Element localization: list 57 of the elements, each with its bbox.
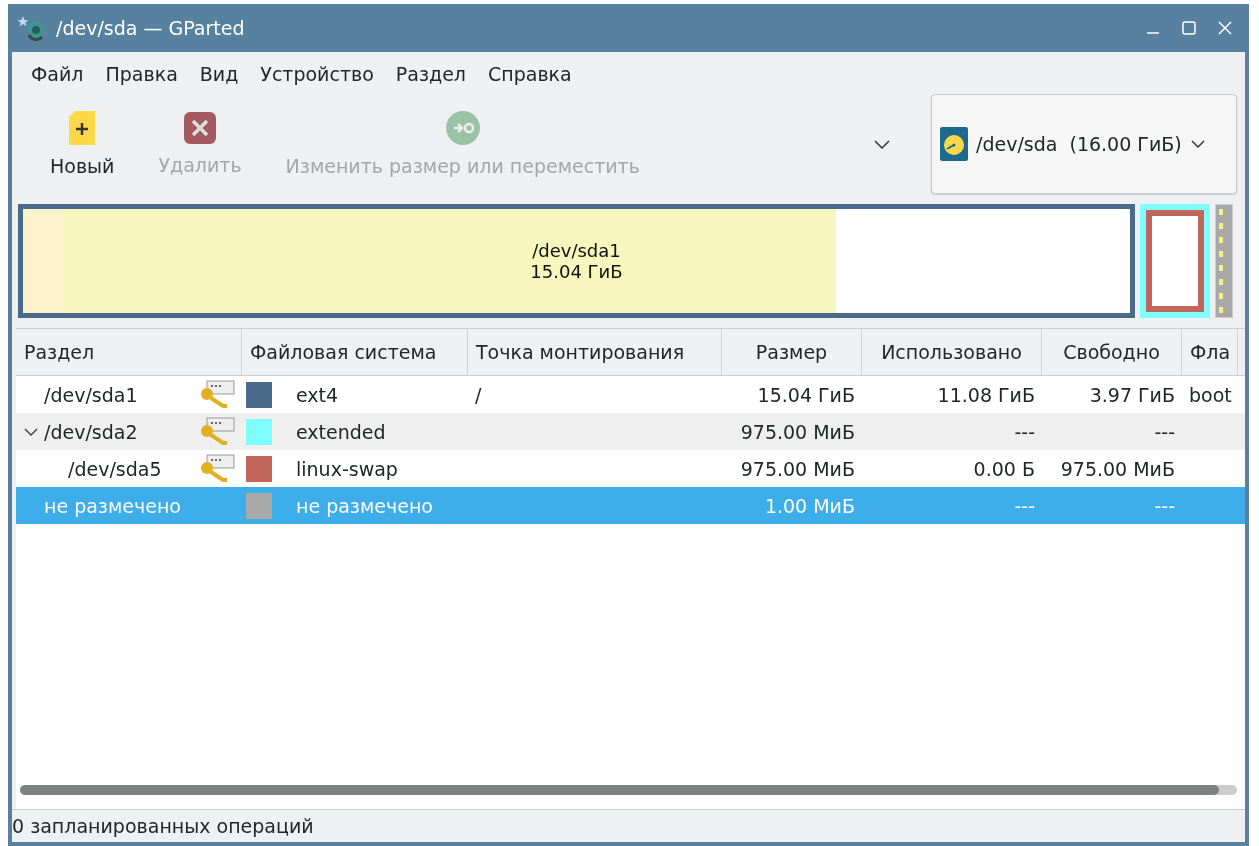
partition-size: 15.04 ГиБ xyxy=(530,261,623,282)
table-cell: 15.04 ГиБ xyxy=(757,383,855,406)
table-row[interactable]: /dev/sda1 ext4 / 15.04 ГиБ 11.08 ГиБ 3.97 ГиБ boot xyxy=(16,376,1245,413)
table-cell: не размечено xyxy=(44,494,181,517)
column-header[interactable]: Точка монтирования xyxy=(468,329,722,375)
table-cell: /dev/sda1 xyxy=(44,383,138,406)
table-cell: linux-swap xyxy=(296,457,398,480)
column-header[interactable]: Свободно xyxy=(1042,329,1182,375)
swap-partition-block[interactable] xyxy=(1146,210,1204,312)
table-cell: 975.00 МиБ xyxy=(1060,457,1175,480)
menu-item[interactable]: Файл xyxy=(20,63,95,85)
table-cell: 975.00 МиБ xyxy=(740,457,855,480)
table-cell: 11.08 ГиБ xyxy=(937,383,1035,406)
table-cell: boot xyxy=(1189,383,1232,406)
menu-item[interactable]: Правка xyxy=(94,63,189,85)
device-dropdown[interactable]: /dev/sda (16.00 ГиБ) xyxy=(931,94,1237,194)
table-cell: --- xyxy=(1154,494,1175,517)
table-row[interactable]: /dev/sda2 extended 975.00 МиБ --- --- xyxy=(16,413,1245,450)
status-text: 0 запланированных операций xyxy=(12,809,1245,842)
menu-item[interactable]: Раздел xyxy=(384,63,477,85)
resize-icon xyxy=(445,111,480,145)
table-cell: не размечено xyxy=(296,494,433,517)
partition-label: /dev/sda1 xyxy=(532,240,621,261)
column-header[interactable]: Раздел xyxy=(16,329,242,375)
horizontal-scrollbar[interactable] xyxy=(20,785,1237,795)
extended-partition-block[interactable] xyxy=(1140,204,1210,318)
maximize-icon[interactable] xyxy=(1181,20,1197,36)
close-icon[interactable] xyxy=(1217,20,1233,36)
menu-item[interactable]: Устройство xyxy=(249,63,385,85)
chevron-down-icon[interactable] xyxy=(24,426,38,437)
column-header[interactable]: Файловая система xyxy=(242,329,468,375)
new-file-icon xyxy=(69,111,96,145)
toolbar-button[interactable]: Новый xyxy=(28,101,137,187)
table-cell: --- xyxy=(1154,420,1175,443)
chevron-down-icon xyxy=(1189,139,1206,149)
window-title: /dev/sda — GParted xyxy=(56,17,245,39)
column-header[interactable]: Фла xyxy=(1182,329,1238,375)
table-row[interactable]: /dev/sda5 linux-swap 975.00 МиБ 0.00 Б 975.00 МиБ xyxy=(16,450,1245,487)
menu-item[interactable]: Вид xyxy=(188,63,250,85)
delete-icon xyxy=(184,112,217,144)
column-header[interactable]: Размер xyxy=(722,329,862,375)
menu-item[interactable]: Справка xyxy=(477,63,583,85)
table-cell: --- xyxy=(1014,420,1035,443)
table-cell: /dev/sda5 xyxy=(68,457,162,480)
table-cell: extended xyxy=(296,420,386,443)
table-cell: 1.00 МиБ xyxy=(764,494,855,517)
table-cell: / xyxy=(475,383,482,406)
chevron-down-icon[interactable] xyxy=(873,138,891,150)
partition-block[interactable]: /dev/sda1 15.04 ГиБ xyxy=(18,204,1135,318)
table-cell: 975.00 МиБ xyxy=(740,420,855,443)
table-cell: --- xyxy=(1014,494,1035,517)
unallocated-block[interactable] xyxy=(1215,204,1233,318)
column-header[interactable]: Использовано xyxy=(862,329,1042,375)
table-cell: 0.00 Б xyxy=(973,457,1035,480)
table-cell: ext4 xyxy=(296,383,339,406)
table-cell: 3.97 ГиБ xyxy=(1089,383,1175,406)
table-cell: /dev/sda2 xyxy=(44,420,138,443)
